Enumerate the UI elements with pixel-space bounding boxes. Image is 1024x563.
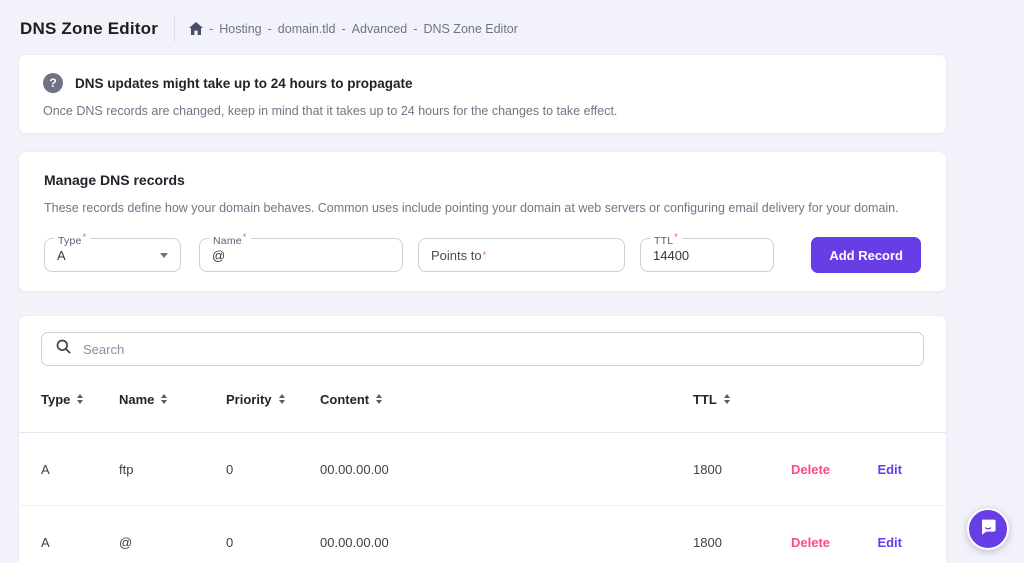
- cell-priority: 0: [226, 535, 320, 550]
- edit-button[interactable]: Edit: [875, 462, 924, 477]
- propagation-info-banner: ? DNS updates might take up to 24 hours …: [18, 54, 947, 134]
- breadcrumb-separator: -: [413, 22, 417, 36]
- manage-dns-records-card: Manage DNS records These records define …: [18, 151, 947, 292]
- search-icon: [56, 339, 71, 359]
- name-field[interactable]: Name* @: [199, 238, 403, 272]
- banner-description: Once DNS records are changed, keep in mi…: [43, 104, 922, 118]
- manage-title: Manage DNS records: [44, 172, 921, 188]
- column-header-content[interactable]: Content: [320, 392, 693, 407]
- column-header-type[interactable]: Type: [41, 392, 119, 407]
- sort-icon: [77, 394, 83, 404]
- breadcrumb-item-current: DNS Zone Editor: [423, 22, 517, 36]
- chat-support-button[interactable]: [967, 508, 1009, 550]
- sort-icon: [724, 394, 730, 404]
- ttl-field-value: 14400: [653, 248, 689, 263]
- breadcrumb-item-advanced[interactable]: Advanced: [352, 22, 408, 36]
- dns-records-table-card: Type Name Priority Content TTL A ftp 0 0…: [18, 315, 947, 563]
- cell-type: A: [41, 535, 119, 550]
- ttl-field[interactable]: TTL* 14400: [640, 238, 774, 272]
- points-to-placeholder: Points to: [431, 248, 482, 263]
- type-select-value: A: [57, 248, 66, 263]
- name-label: Name: [213, 235, 242, 247]
- chat-bubble-icon: [977, 516, 999, 543]
- header-divider: [174, 16, 175, 42]
- manage-description: These records define how your domain beh…: [44, 201, 921, 215]
- banner-title: DNS updates might take up to 24 hours to…: [75, 76, 413, 91]
- breadcrumb-separator: -: [268, 22, 272, 36]
- required-marker: *: [483, 250, 487, 260]
- search-input[interactable]: [83, 342, 909, 357]
- breadcrumb-separator: -: [209, 22, 213, 36]
- sort-icon: [279, 394, 285, 404]
- breadcrumb: - Hosting - domain.tld - Advanced - DNS …: [189, 22, 518, 36]
- column-header-ttl[interactable]: TTL: [693, 392, 791, 407]
- table-header-row: Type Name Priority Content TTL: [19, 366, 946, 433]
- add-record-button[interactable]: Add Record: [811, 237, 921, 273]
- cell-content: 00.00.00.00: [320, 462, 693, 477]
- required-marker: *: [674, 232, 678, 242]
- column-header-priority[interactable]: Priority: [226, 392, 320, 407]
- breadcrumb-item-hosting[interactable]: Hosting: [219, 22, 261, 36]
- chevron-down-icon: [160, 253, 168, 258]
- breadcrumb-separator: -: [341, 22, 345, 36]
- required-marker: *: [83, 232, 87, 242]
- name-field-value: @: [212, 248, 225, 263]
- type-label: Type: [58, 235, 82, 247]
- delete-button[interactable]: Delete: [791, 535, 875, 550]
- search-box[interactable]: [41, 332, 924, 366]
- cell-priority: 0: [226, 462, 320, 477]
- cell-ttl: 1800: [693, 535, 791, 550]
- page-header: DNS Zone Editor - Hosting - domain.tld -…: [0, 0, 1024, 44]
- type-select[interactable]: Type* A: [44, 238, 181, 272]
- home-icon[interactable]: [189, 22, 203, 35]
- points-to-field[interactable]: Points to*: [418, 238, 625, 272]
- sort-icon: [161, 394, 167, 404]
- page-title: DNS Zone Editor: [20, 19, 158, 39]
- add-record-form: Type* A Name* @ Points to* TTL* 14400 Ad…: [44, 237, 921, 273]
- cell-content: 00.00.00.00: [320, 535, 693, 550]
- cell-name: ftp: [119, 462, 226, 477]
- cell-type: A: [41, 462, 119, 477]
- question-mark-icon: ?: [43, 73, 63, 93]
- edit-button[interactable]: Edit: [875, 535, 924, 550]
- delete-button[interactable]: Delete: [791, 462, 875, 477]
- column-header-name[interactable]: Name: [119, 392, 226, 407]
- table-row: A @ 0 00.00.00.00 1800 Delete Edit: [19, 506, 946, 563]
- cell-ttl: 1800: [693, 462, 791, 477]
- required-marker: *: [243, 232, 247, 242]
- sort-icon: [376, 394, 382, 404]
- ttl-label: TTL: [654, 235, 673, 247]
- table-row: A ftp 0 00.00.00.00 1800 Delete Edit: [19, 433, 946, 506]
- breadcrumb-item-domain[interactable]: domain.tld: [278, 22, 336, 36]
- cell-name: @: [119, 535, 226, 550]
